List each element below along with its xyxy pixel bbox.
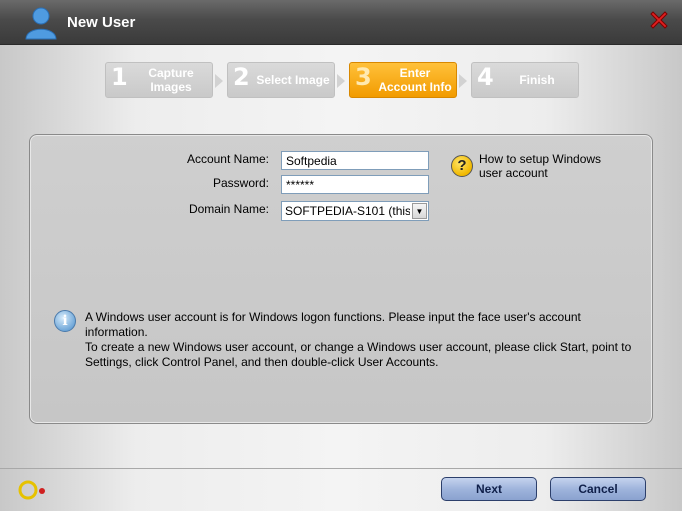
wizard-steps: 1 Capture Images 2 Select Image 3 Enter …: [0, 62, 682, 100]
ring-logo-icon: [18, 480, 45, 500]
step-label: Finish: [519, 73, 555, 87]
user-icon: [25, 7, 57, 40]
password-input[interactable]: [281, 175, 429, 194]
footer-divider: [0, 468, 682, 469]
step-enter-account-info: 3 Enter Account Info: [349, 62, 457, 98]
account-info-panel: Account Name: Password: Domain Name: SOF…: [29, 134, 653, 424]
step-arrow-icon: [215, 74, 223, 88]
window-title: New User: [67, 14, 136, 31]
step-arrow-icon: [337, 74, 345, 88]
help-link[interactable]: How to setup Windows user account: [479, 152, 619, 180]
domain-name-label: Domain Name:: [188, 202, 269, 216]
info-text: A Windows user account is for Windows lo…: [85, 310, 645, 370]
step-number: 4: [477, 63, 494, 91]
step-label: Select Image: [256, 73, 330, 87]
chevron-down-icon[interactable]: ▼: [412, 203, 427, 219]
cancel-button[interactable]: Cancel: [550, 477, 646, 501]
domain-name-value: SOFTPEDIA-S101 (this: [285, 204, 410, 218]
close-icon[interactable]: [647, 8, 671, 32]
domain-name-select[interactable]: SOFTPEDIA-S101 (this ▼: [281, 201, 429, 221]
step-label: Enter Account Info: [378, 66, 452, 94]
step-finish: 4 Finish: [471, 62, 579, 98]
account-name-label: Account Name:: [186, 152, 269, 166]
password-label: Password:: [212, 176, 269, 190]
step-arrow-icon: [459, 74, 467, 88]
next-button[interactable]: Next: [441, 477, 537, 501]
step-select-image: 2 Select Image: [227, 62, 335, 98]
title-bar: New User: [0, 0, 682, 45]
info-line-1: A Windows user account is for Windows lo…: [85, 310, 581, 339]
step-label: Capture Images: [148, 66, 194, 94]
step-capture-images: 1 Capture Images: [105, 62, 213, 98]
account-name-input[interactable]: [281, 151, 429, 170]
info-line-2: To create a new Windows user account, or…: [85, 340, 632, 369]
info-icon: i: [54, 310, 76, 332]
help-icon[interactable]: ?: [451, 155, 473, 177]
step-number: 1: [111, 63, 128, 91]
step-number: 3: [355, 63, 372, 91]
step-number: 2: [233, 63, 250, 91]
